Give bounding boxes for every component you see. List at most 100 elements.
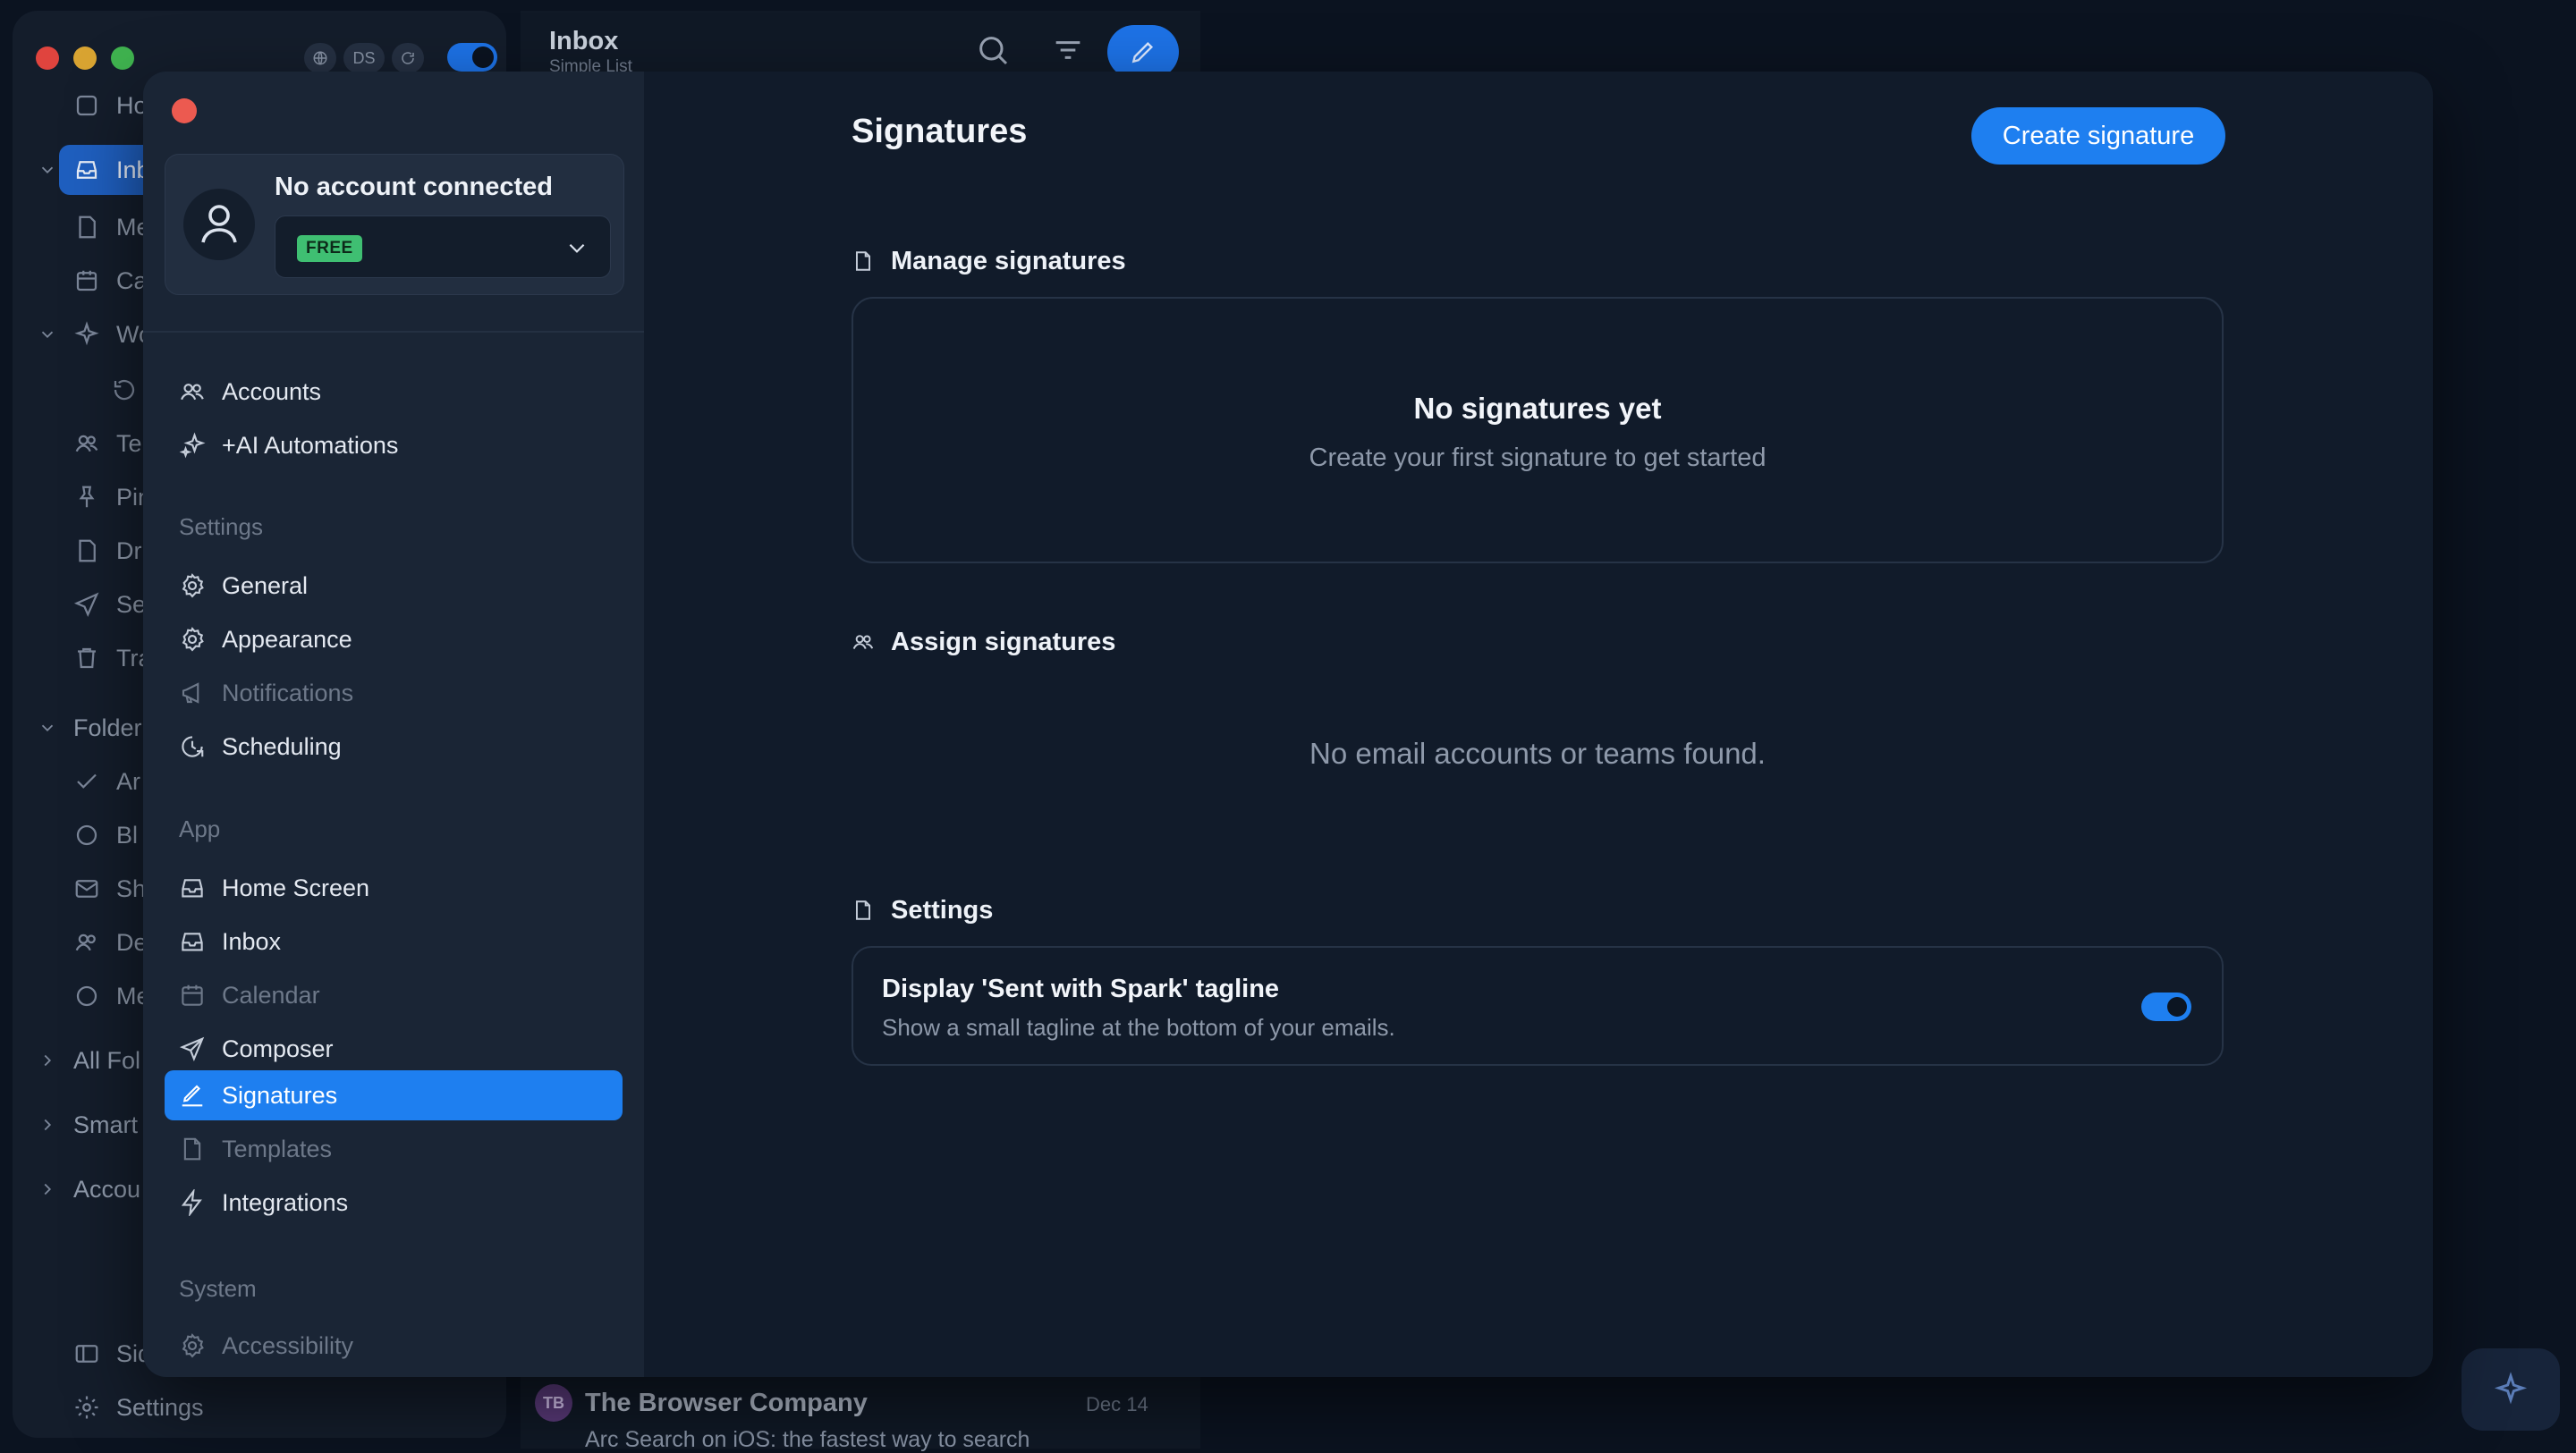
sidebar-item-ai-automations[interactable]: +AI Automations [165, 420, 623, 470]
sidebar-item-label: General [222, 571, 309, 599]
bg-sidebar-item-settings[interactable]: Settings [13, 1382, 506, 1432]
empty-state-title: No signatures yet [1413, 392, 1662, 425]
chevron-down-icon[interactable] [38, 718, 57, 738]
bg-sidebar-label: All Fol [73, 1046, 141, 1074]
mail-sender[interactable]: The Browser Company [585, 1389, 868, 1418]
account-plan-dropdown[interactable]: FREE [275, 215, 611, 278]
calendar-icon [179, 982, 206, 1009]
background-toggle[interactable] [447, 43, 497, 72]
pin-icon [73, 484, 100, 511]
inbox-title[interactable]: Inbox [549, 27, 618, 56]
inbox-tray-icon [179, 874, 206, 901]
sidebar-item-home-screen[interactable]: Home Screen [165, 863, 623, 913]
template-icon [179, 1136, 206, 1162]
sidebar-item-label: Scheduling [222, 732, 342, 760]
envelope-icon [73, 875, 100, 902]
bg-sidebar-label: Accou [73, 1175, 141, 1203]
sidebar-item-templates[interactable]: Templates [165, 1124, 623, 1174]
ai-assistant-button[interactable] [2462, 1348, 2560, 1431]
signature-settings-heading: Settings [852, 892, 993, 928]
clock-icon [179, 733, 206, 760]
sidebar-item-scheduling[interactable]: Scheduling [165, 722, 623, 772]
sidebar-item-accounts[interactable]: Accounts [165, 367, 623, 417]
tagline-setting-row: Display 'Sent with Spark' tagline Show a… [852, 946, 2224, 1066]
sidebar-item-composer[interactable]: Composer [165, 1024, 623, 1074]
signatures-empty-state: No signatures yet Create your first sign… [852, 297, 2224, 563]
sidebar-item-integrations[interactable]: Integrations [165, 1178, 623, 1228]
sparkle-icon [179, 432, 206, 459]
circle-icon [73, 983, 100, 1009]
bg-sidebar-label: Dr [116, 536, 142, 564]
sender-avatar: TB [535, 1384, 572, 1422]
chevron-right-icon[interactable] [38, 1179, 57, 1199]
calendar-icon [73, 267, 100, 294]
globe-icon[interactable] [304, 43, 336, 73]
sidebar-item-label: Integrations [222, 1188, 349, 1216]
tagline-toggle[interactable] [2141, 993, 2191, 1021]
paper-plane-icon [73, 591, 100, 618]
search-icon[interactable] [975, 32, 1011, 68]
sidebar-item-label: Home Screen [222, 874, 370, 901]
close-button[interactable] [172, 98, 197, 123]
users-icon [852, 630, 875, 654]
sidebar-item-label: Templates [222, 1135, 333, 1162]
window-close-dot[interactable] [36, 46, 59, 70]
ds-badge[interactable]: DS [343, 43, 385, 73]
sidebar-item-calendar[interactable]: Calendar [165, 970, 623, 1020]
bg-sidebar-label: Smart [73, 1111, 139, 1138]
sparkle-icon [2493, 1372, 2529, 1407]
sidebar-section-system: System [179, 1275, 257, 1302]
sidebar-item-label: Inbox [222, 927, 282, 955]
refresh-icon[interactable] [392, 43, 424, 73]
sidebar-item-label: +AI Automations [222, 431, 399, 459]
chevron-down-icon [565, 236, 589, 259]
sidebar-divider [143, 331, 644, 333]
sidebar-item-label: Notifications [222, 679, 354, 706]
bg-sidebar-label: Ar [116, 767, 140, 795]
sidebar-section-settings: Settings [179, 513, 263, 540]
sidebar-item-accessibility[interactable]: Accessibility [165, 1321, 623, 1371]
megaphone-icon [179, 680, 206, 706]
sidebar-item-general[interactable]: General [165, 561, 623, 611]
chevron-right-icon[interactable] [38, 1115, 57, 1135]
inbox-tray-icon [179, 928, 206, 955]
users-icon [73, 430, 100, 457]
bg-sidebar-label: Sh [116, 874, 147, 902]
users-icon [179, 378, 206, 405]
chevron-down-icon[interactable] [38, 325, 57, 344]
filter-icon[interactable] [1050, 32, 1086, 68]
tagline-setting-title: Display 'Sent with Spark' tagline [882, 975, 1280, 1003]
sidebar-icon [73, 1340, 100, 1367]
section-title: Settings [891, 895, 994, 925]
compose-button[interactable] [1107, 25, 1179, 79]
bg-sidebar-label: Folder [73, 714, 142, 741]
window-minimize-dot[interactable] [73, 46, 97, 70]
sidebar-item-label: Calendar [222, 981, 320, 1009]
template-icon [852, 249, 875, 273]
bg-sidebar-label: Settings [116, 1393, 204, 1421]
sidebar-item-appearance[interactable]: Appearance [165, 614, 623, 664]
person-icon [201, 205, 237, 244]
gear-icon [73, 1394, 100, 1421]
tagline-setting-description: Show a small tagline at the bottom of yo… [882, 1014, 1395, 1041]
window-zoom-dot[interactable] [111, 46, 134, 70]
sidebar-item-signatures[interactable]: Signatures [165, 1070, 623, 1120]
chevron-down-icon[interactable] [38, 160, 57, 180]
bg-sidebar-label: Te [116, 429, 142, 457]
avatar [183, 189, 255, 260]
create-signature-button[interactable]: Create signature [1971, 107, 2225, 165]
settings-modal: No account connected FREE Accounts +AI A… [143, 72, 2433, 1377]
section-title: Manage signatures [891, 246, 1126, 275]
chevron-right-icon[interactable] [38, 1051, 57, 1070]
gear-icon [179, 626, 206, 653]
sidebar-item-notifications[interactable]: Notifications [165, 668, 623, 718]
mail-subject[interactable]: Arc Search on iOS: the fastest way to se… [585, 1427, 1030, 1453]
sidebar-item-label: Accounts [222, 377, 322, 405]
sidebar-item-label: Signatures [222, 1081, 338, 1109]
gear-icon [179, 572, 206, 599]
sidebar-item-inbox[interactable]: Inbox [165, 917, 623, 967]
page-title: Signatures [852, 113, 1028, 150]
bg-sidebar-label: Se [116, 590, 147, 618]
template-icon [73, 214, 100, 241]
template-icon [852, 899, 875, 922]
